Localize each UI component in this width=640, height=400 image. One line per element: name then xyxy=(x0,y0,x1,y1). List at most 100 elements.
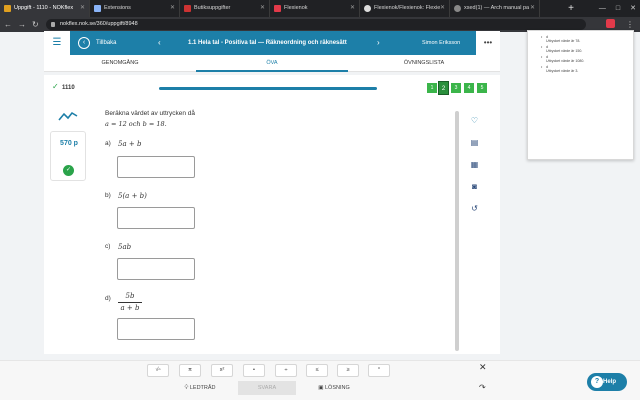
points-card: 570 p ✓ xyxy=(50,131,86,181)
previous-chapter-icon[interactable]: ‹ xyxy=(158,31,161,55)
expression-a: 5a + b xyxy=(118,140,142,148)
progress-step-1[interactable]: 1 xyxy=(427,83,437,93)
tab-favicon xyxy=(4,5,11,12)
progress-step-2[interactable]: 2 xyxy=(438,81,449,95)
close-icon[interactable]: ✕ xyxy=(350,0,355,17)
back-arrow-icon[interactable]: ‹ xyxy=(78,37,90,49)
tab-favicon xyxy=(454,5,461,12)
power-button[interactable]: x² xyxy=(211,364,233,377)
extension-popup: • d Uttrycket värde är 78. • d Uttrycket vär… xyxy=(527,30,634,160)
pi-button[interactable]: π xyxy=(179,364,201,377)
close-window-button[interactable]: ✕ xyxy=(630,0,636,17)
extension-icon[interactable] xyxy=(606,19,615,28)
less-equal-button[interactable]: ≤ xyxy=(306,364,328,377)
trend-chart-icon xyxy=(58,111,78,121)
expression-c: 5ab xyxy=(118,243,132,251)
hint-button[interactable]: 💡︎ LEDTRÅD xyxy=(170,381,230,395)
progress-step-3[interactable]: 3 xyxy=(451,83,461,93)
browser-tab-uppgift[interactable]: Uppgift - 1110 - NOKflex ✕ xyxy=(0,0,90,17)
progress-step-5[interactable]: 5 xyxy=(477,83,487,93)
tab-title: xsed(1) — Arch manual pa xyxy=(464,5,530,11)
points-label: 570 p xyxy=(60,140,78,147)
tab-favicon xyxy=(94,5,101,12)
part-label-c: c) xyxy=(105,243,111,250)
more-options-icon[interactable]: ••• xyxy=(476,31,500,55)
hamburger-menu-icon[interactable]: ☰ xyxy=(44,31,70,55)
submit-button[interactable]: SVARA xyxy=(238,381,296,395)
tab-ova[interactable]: ÖVA xyxy=(196,55,348,72)
app-header: ☰ ‹ Tillbaka ‹ 1.1 Hela tal - Positiva t… xyxy=(44,31,500,55)
tab-genomgang[interactable]: GENOMGÅNG xyxy=(44,55,196,72)
close-icon[interactable]: ✕ xyxy=(479,362,487,373)
close-icon[interactable]: ✕ xyxy=(260,0,265,17)
browser-tab-manual[interactable]: xsed(1) — Arch manual pa ✕ xyxy=(450,0,540,17)
popup-answer-d: • d Uttrycket värde är 3. xyxy=(541,65,579,73)
browser-tab-butiksuppgifter[interactable]: Butiksuppgifter ✕ xyxy=(180,0,270,17)
question-instruction: Beräkna värdet av uttrycken då xyxy=(105,110,195,117)
task-bar: ✓ 1110 1 2 3 4 5 xyxy=(44,75,500,101)
forward-icon[interactable]: → xyxy=(18,17,26,32)
popup-answer-text: Uttrycket värde är 3. xyxy=(546,69,579,73)
close-icon[interactable]: ✕ xyxy=(440,0,445,17)
part-label-a: a) xyxy=(105,140,111,147)
user-name[interactable]: Simon Eriksson xyxy=(422,31,460,55)
keyboard-icon[interactable]: ▤ xyxy=(470,138,479,147)
help-button[interactable]: ? Help xyxy=(587,373,627,391)
tab-favicon xyxy=(184,5,191,12)
tab-title: Flexienok/Flexienok: Flexie xyxy=(374,5,441,11)
back-button[interactable]: Tillbaka xyxy=(96,31,116,55)
document-icon[interactable]: ▦ xyxy=(470,160,479,169)
close-icon[interactable]: ✕ xyxy=(80,0,85,17)
checkmark-icon: ✓ xyxy=(63,165,74,176)
close-icon[interactable]: ✕ xyxy=(530,0,535,17)
fraction-denominator: a + b xyxy=(120,304,140,312)
sqrt-button[interactable]: √▫ xyxy=(147,364,169,377)
solution-label: LÖSNING xyxy=(324,385,350,391)
hint-label: LEDTRÅD xyxy=(189,385,216,391)
tab-favicon xyxy=(274,5,281,12)
new-tab-button[interactable]: + xyxy=(564,0,578,17)
popup-answer-a: • d Uttrycket värde är 78. xyxy=(541,35,581,43)
history-icon[interactable]: ↺ xyxy=(470,204,479,213)
tab-ovningslista[interactable]: ÖVNINGSLISTA xyxy=(348,55,500,72)
answer-input-c[interactable] xyxy=(117,258,195,280)
tab-favicon xyxy=(364,5,371,12)
chapter-title: 1.1 Hela tal - Positiva tal — Räkneordni… xyxy=(188,40,347,46)
multiply-button[interactable]: • xyxy=(243,364,265,377)
browser-tab-flexienok[interactable]: Flexienok ✕ xyxy=(270,0,360,17)
answer-input-b[interactable] xyxy=(117,207,195,229)
help-label: Help xyxy=(603,379,617,385)
answer-input-d[interactable] xyxy=(117,318,195,340)
answer-input-a[interactable] xyxy=(117,156,195,178)
reload-icon[interactable]: ↻ xyxy=(32,17,39,32)
divide-button[interactable]: ÷ xyxy=(275,364,297,377)
back-icon[interactable]: ← xyxy=(4,17,12,32)
popup-answer-c: • d Uttrycket värde är 1080. xyxy=(541,55,585,63)
part-label-d: d) xyxy=(105,295,111,302)
url-input[interactable]: nokflex.nok.se/360/uppgift/8948 xyxy=(46,19,586,30)
greater-equal-button[interactable]: ≥ xyxy=(337,364,359,377)
browser-tab-github[interactable]: Flexienok/Flexienok: Flexie ✕ xyxy=(360,0,450,17)
scrollbar[interactable] xyxy=(455,111,459,351)
browser-tab-strip: Uppgift - 1110 - NOKflex ✕ Extensions ✕ Bu… xyxy=(0,0,640,17)
progress-step-4[interactable]: 4 xyxy=(464,83,474,93)
solution-button[interactable]: ▣ LÖSNING xyxy=(303,381,365,395)
progress-bar xyxy=(159,87,377,90)
close-icon[interactable]: ✕ xyxy=(170,0,175,17)
popup-answer-b: • d Uttrycket värde är 150. xyxy=(541,45,583,53)
question-values: a = 12 och b = 18. xyxy=(105,120,167,128)
question-mark-icon: ? xyxy=(591,376,603,388)
tab-title: Flexienok xyxy=(284,5,308,11)
degree-button[interactable]: ° xyxy=(368,364,390,377)
part-label-b: b) xyxy=(105,192,111,199)
minimize-button[interactable]: — xyxy=(599,0,606,17)
redo-icon[interactable]: ↷ xyxy=(479,383,486,392)
browser-tab-extensions[interactable]: Extensions ✕ xyxy=(90,0,180,17)
mode-tabs: GENOMGÅNG ÖVA ÖVNINGSLISTA xyxy=(44,55,500,72)
maximize-button[interactable]: □ xyxy=(616,0,620,17)
camera-icon[interactable]: ◙ xyxy=(470,182,479,191)
expression-b: 5(a + b) xyxy=(118,192,147,200)
heart-icon[interactable]: ♡ xyxy=(470,116,479,125)
next-chapter-icon[interactable]: › xyxy=(377,31,380,55)
window-controls: — □ ✕ xyxy=(599,0,636,17)
